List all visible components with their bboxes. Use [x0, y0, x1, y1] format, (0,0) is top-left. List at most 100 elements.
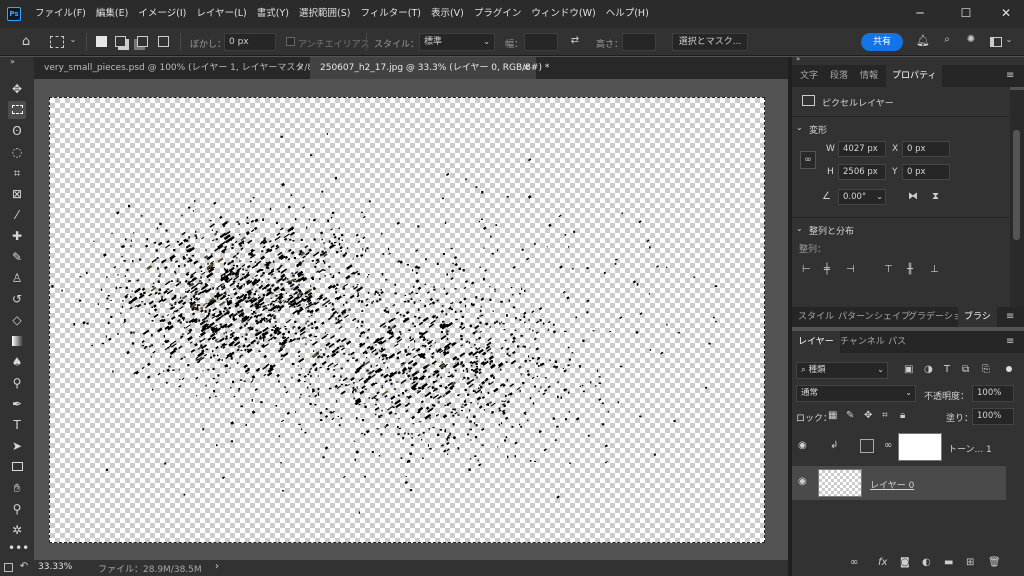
file-size-info[interactable]: ファイル：28.9M/38.5M — [98, 562, 202, 575]
chevron-down-icon[interactable]: ⌄ — [1004, 35, 1014, 44]
panel-menu-icon[interactable]: ≡ — [1006, 70, 1014, 81]
more-tools-icon[interactable]: ••• — [8, 539, 29, 557]
angle-field[interactable]: 0.00° ⌄ — [838, 189, 886, 205]
zoom-tool-icon[interactable]: ⚲ — [8, 500, 26, 518]
menu-select[interactable]: 選択範囲(S) — [294, 0, 355, 28]
add-selection-icon[interactable] — [115, 36, 126, 47]
chevron-right-icon[interactable]: › — [212, 561, 222, 572]
quick-select-tool-icon[interactable]: ◌ — [8, 143, 26, 161]
flip-vertical-icon[interactable]: ⧗ — [932, 191, 939, 202]
minimize-icon[interactable]: ─ — [910, 4, 930, 22]
feather-input[interactable]: 0 px — [224, 33, 276, 51]
filter-pixel-icon[interactable]: ▣ — [904, 364, 913, 375]
tab-brushes[interactable]: ブラシ — [958, 307, 997, 327]
maximize-icon[interactable]: ☐ — [956, 4, 976, 22]
menu-layer[interactable]: レイヤー(L) — [191, 0, 251, 28]
search-icon[interactable]: ⌕ — [940, 34, 954, 45]
tab-paragraph[interactable]: 段落 — [824, 65, 854, 87]
document-canvas[interactable] — [49, 97, 765, 543]
move-tool-icon[interactable]: ✥ — [8, 80, 26, 98]
screen-mode-icon[interactable] — [4, 563, 13, 572]
hand-tool-icon[interactable]: ✋︎ — [8, 479, 26, 497]
frame-tool-icon[interactable]: ⊠ — [8, 185, 26, 203]
zoom-level[interactable]: 33.33% — [38, 562, 72, 572]
eraser-tool-icon[interactable]: ◇ — [8, 311, 26, 329]
align-bottom-icon[interactable]: ⊥ — [930, 264, 939, 275]
menu-file[interactable]: ファイル(F) — [30, 0, 91, 28]
crop-tool-icon[interactable]: ⌗ — [8, 164, 26, 182]
lightbulb-icon[interactable]: ✺ — [964, 34, 978, 45]
lock-all-icon[interactable]: 🔒︎ — [900, 410, 905, 421]
filter-adjustment-icon[interactable]: ◑ — [924, 364, 933, 375]
tab-layers[interactable]: レイヤー — [792, 331, 840, 353]
menu-image[interactable]: イメージ(I) — [133, 0, 191, 28]
trash-icon[interactable]: 🗑︎ — [988, 557, 1001, 568]
stamp-tool-icon[interactable]: ♙ — [8, 269, 26, 287]
align-left-icon[interactable]: ⊢ — [802, 264, 811, 275]
collapse-chevron-icon[interactable]: » — [10, 57, 15, 66]
panel-menu-icon[interactable]: ≡ — [1006, 336, 1014, 347]
y-field[interactable]: 0 px — [902, 164, 950, 180]
history-brush-tool-icon[interactable]: ↺ — [8, 290, 26, 308]
swap-arrows-icon[interactable]: ⇄ — [568, 35, 582, 46]
tab-properties[interactable]: プロパティ — [886, 65, 943, 87]
close-icon[interactable]: × — [522, 57, 530, 79]
pen-tool-icon[interactable]: ✒ — [8, 395, 26, 413]
lasso-tool-icon[interactable]: ʘ — [8, 122, 26, 140]
transform-section-title[interactable]: 変形 — [809, 123, 827, 136]
menu-type[interactable]: 書式(Y) — [252, 0, 294, 28]
visibility-eye-icon[interactable]: ◉ — [798, 440, 807, 451]
chevron-down-icon[interactable]: ⌄ — [796, 224, 803, 233]
flip-horizontal-icon[interactable]: ⧓ — [908, 191, 918, 202]
layer-row-tone-curve[interactable]: ◉ ↲ ∞ トーン... 1 — [792, 430, 1006, 464]
layer-thumbnail[interactable] — [818, 469, 862, 497]
align-section-title[interactable]: 整列と分布 — [809, 224, 854, 237]
antialias-checkbox[interactable] — [286, 37, 295, 46]
filter-smart-object-icon[interactable]: ⎘ — [982, 364, 990, 375]
align-top-icon[interactable]: ⊤ — [884, 264, 893, 275]
rect-marquee-preset-icon[interactable] — [50, 36, 64, 48]
tab-250607-h2-17[interactable]: 250607_h2_17.jpg @ 33.3% (レイヤー 0, RGB/8#… — [310, 57, 549, 79]
height-field[interactable]: 2506 px — [838, 164, 886, 180]
width-field[interactable]: 4027 px — [838, 141, 886, 157]
share-button[interactable]: 共有 — [861, 33, 903, 51]
rect-marquee-tool-icon[interactable] — [8, 101, 26, 119]
rectangle-tool-icon[interactable] — [8, 458, 26, 476]
layer-name[interactable]: トーン... 1 — [948, 442, 992, 455]
home-icon[interactable]: ⌂ — [18, 34, 34, 49]
properties-scrollbar[interactable] — [1010, 90, 1024, 307]
bell-icon[interactable]: 🔔︎ — [916, 34, 930, 47]
visibility-eye-icon[interactable]: ◉ — [798, 476, 807, 487]
tab-character[interactable]: 文字 — [794, 65, 824, 87]
menu-window[interactable]: ウィンドウ(W) — [526, 0, 600, 28]
lock-position-icon[interactable]: ✥ — [864, 410, 872, 421]
lock-artboard-icon[interactable]: ⌗ — [882, 410, 888, 421]
tab-very-small-pieces[interactable]: very_small_pieces.psd @ 100% (レイヤー 1, レイ… — [34, 57, 324, 79]
gradient-tool-icon[interactable] — [8, 332, 26, 350]
dodge-tool-icon[interactable]: ⚲ — [8, 374, 26, 392]
link-layers-icon[interactable]: ∞ — [850, 557, 858, 568]
layer-filter-select[interactable]: ⌕ 種類 ⌄ — [796, 362, 888, 379]
panel-menu-icon[interactable]: ≡ — [1006, 311, 1014, 322]
group-folder-icon[interactable]: ▬ — [944, 557, 953, 568]
adjustment-layer-icon[interactable]: ◐ — [922, 557, 931, 568]
menu-plugins[interactable]: プラグイン — [469, 0, 527, 28]
align-center-v-icon[interactable]: ╫ — [907, 264, 913, 275]
align-center-h-icon[interactable]: ╪ — [824, 264, 830, 275]
align-right-icon[interactable]: ⊣ — [846, 264, 855, 275]
menu-filter[interactable]: フィルター(T) — [355, 0, 426, 28]
filter-toggle[interactable] — [1006, 366, 1012, 372]
edit-toolbar-icon[interactable]: ✲ — [8, 521, 26, 539]
layer-row-layer-0[interactable]: ◉ レイヤー 0 — [792, 466, 1006, 500]
close-icon[interactable]: × — [296, 57, 304, 79]
opacity-field[interactable]: 100% — [972, 385, 1014, 402]
close-window-icon[interactable]: ✕ — [996, 4, 1016, 22]
menu-view[interactable]: 表示(V) — [426, 0, 469, 28]
menu-edit[interactable]: 編集(E) — [91, 0, 133, 28]
rotate-icon[interactable]: ↶ — [18, 561, 30, 572]
style-select[interactable]: 標準 ⌄ — [419, 33, 495, 51]
add-mask-icon[interactable]: ◙ — [900, 557, 910, 568]
type-tool-icon[interactable]: T — [8, 416, 26, 434]
menu-help[interactable]: ヘルプ(H) — [601, 0, 654, 28]
layer-mask-thumbnail[interactable] — [898, 433, 942, 461]
